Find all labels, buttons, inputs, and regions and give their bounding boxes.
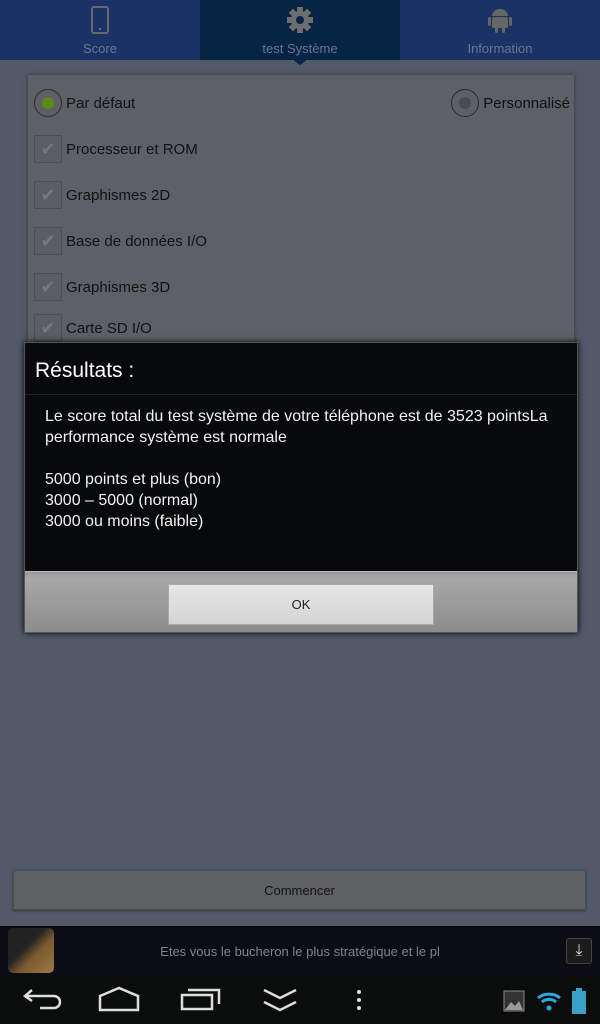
dialog-footer: OK [25, 571, 577, 632]
radio-button[interactable] [451, 89, 480, 117]
radio-label: Par défaut [66, 94, 136, 112]
checkbox-label: Base de données I/O [66, 232, 207, 250]
checkbox-label: Carte SD I/O [66, 319, 152, 337]
tab-score[interactable]: Score [0, 0, 200, 60]
radio-button[interactable] [34, 89, 62, 117]
ad-image[interactable] [8, 928, 54, 973]
gallery-notification-icon [503, 990, 525, 1012]
tab-label: Score [83, 41, 117, 56]
tab-label: test Système [262, 41, 338, 56]
check-icon[interactable]: ✔ [34, 227, 62, 255]
system-nav-bar [0, 976, 600, 1024]
hide-keyboard-icon[interactable] [262, 986, 298, 1014]
ad-banner[interactable]: Etes vous le bucheron le plus stratégiqu… [0, 926, 600, 976]
radio-default[interactable]: Par défaut [34, 89, 135, 117]
checkbox-label: Graphismes 3D [66, 278, 171, 296]
tab-bar: Score test Système Information [0, 0, 600, 65]
test-options-panel: Par défaut Personnalisé ✔ Processeur et R… [28, 75, 574, 355]
back-icon[interactable] [22, 986, 62, 1012]
checkbox-label: Processeur et ROM [66, 140, 198, 158]
checkbox-cpu-rom[interactable]: ✔ Processeur et ROM [34, 135, 198, 163]
dialog-message: Le score total du test système de votre … [45, 408, 548, 530]
menu-icon[interactable] [355, 986, 363, 1014]
checkbox-2d[interactable]: ✔ Graphismes 2D [34, 181, 170, 209]
check-icon[interactable]: ✔ [34, 181, 62, 209]
battery-icon [572, 988, 586, 1014]
tab-test-systeme[interactable]: test Système [200, 0, 400, 65]
phone-icon [91, 5, 109, 35]
results-dialog: Résultats : Le score total du test systè… [24, 342, 578, 633]
check-icon[interactable]: ✔ [34, 314, 62, 342]
tab-label: Information [467, 41, 533, 56]
checkbox-sd-io[interactable]: ✔ Carte SD I/O [34, 314, 152, 342]
android-icon [488, 5, 512, 35]
download-icon[interactable]: ⤓ [566, 938, 592, 964]
tab-information[interactable]: Information [400, 0, 600, 60]
checkbox-db-io[interactable]: ✔ Base de données I/O [34, 227, 207, 255]
check-icon[interactable]: ✔ [34, 273, 62, 301]
ok-button[interactable]: OK [168, 584, 434, 625]
gear-icon [285, 5, 315, 35]
radio-label: Personnalisé [483, 94, 570, 112]
home-icon[interactable] [98, 986, 140, 1012]
dialog-title: Résultats : [25, 343, 577, 395]
checkbox-label: Graphismes 2D [66, 186, 171, 204]
recent-apps-icon[interactable] [180, 986, 222, 1012]
ad-text[interactable]: Etes vous le bucheron le plus stratégiqu… [0, 944, 600, 959]
start-button[interactable]: Commencer [13, 870, 586, 910]
checkbox-3d[interactable]: ✔ Graphismes 3D [34, 273, 170, 301]
check-icon[interactable]: ✔ [34, 135, 62, 163]
radio-custom[interactable]: Personnalisé [451, 89, 570, 117]
wifi-icon [537, 992, 561, 1011]
